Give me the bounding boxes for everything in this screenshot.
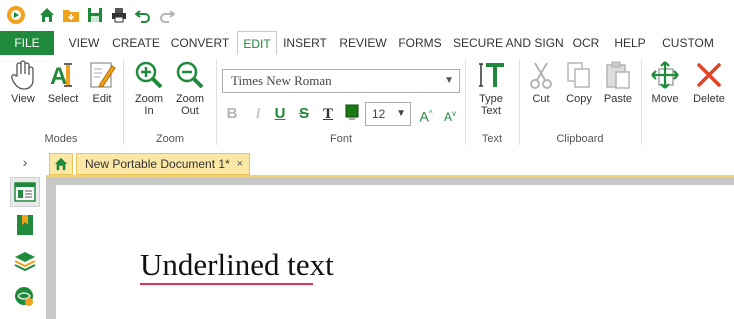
redo-icon <box>158 6 176 24</box>
paste-button[interactable]: Paste <box>600 59 636 105</box>
page-text[interactable]: Underlined text <box>140 247 334 283</box>
bold-button[interactable]: B <box>222 103 242 125</box>
layers-icon[interactable] <box>13 249 37 273</box>
cut-label: Cut <box>532 93 550 105</box>
page-thumbnails-icon[interactable] <box>10 177 40 207</box>
shrink-font-button[interactable]: Av <box>440 103 460 125</box>
tab-secure-and-sign[interactable]: SECURE AND SIGN <box>453 31 564 55</box>
tab-custom[interactable]: CUSTOM <box>658 31 718 55</box>
home-icon[interactable] <box>38 6 56 24</box>
separator <box>641 59 642 145</box>
document-tab-bar: New Portable Document 1* × <box>46 149 734 177</box>
type-text-label-line2: Text <box>480 105 502 117</box>
move-button[interactable]: Move <box>646 59 684 105</box>
edit-label: Edit <box>92 93 112 105</box>
view-mode-button[interactable]: View <box>6 59 40 105</box>
bookmarks-icon[interactable] <box>13 213 37 237</box>
edit-page-icon <box>86 59 118 91</box>
copy-icon <box>563 59 595 91</box>
font-family-select[interactable]: Times New Roman ▼ <box>222 69 460 93</box>
text-select-icon: A <box>47 59 79 91</box>
underline-mark <box>140 283 313 285</box>
save-icon[interactable] <box>86 6 104 24</box>
hand-icon <box>7 59 39 91</box>
grow-font-button[interactable]: A^ <box>416 103 436 125</box>
italic-button[interactable]: I <box>248 103 268 125</box>
copy-button[interactable]: Copy <box>562 59 596 105</box>
zoom-out-label-line2: Out <box>181 105 199 117</box>
home-icon <box>54 157 68 171</box>
zoom-out-icon <box>174 59 206 91</box>
type-text-label-line1: Type <box>479 93 503 105</box>
underline-button[interactable]: U <box>270 103 290 125</box>
zoom-group-label: Zoom <box>155 133 185 145</box>
copy-label: Copy <box>566 93 592 105</box>
tab-help[interactable]: HELP <box>610 31 650 55</box>
shrink-font-label: A <box>443 110 452 124</box>
ribbon-edit: View A Select Edit Modes Zoom In Zoom Ou… <box>0 55 734 150</box>
document-area: › New Portable Document 1* × Underlined … <box>0 149 734 319</box>
text-group-label: Text <box>481 133 503 145</box>
document-tab[interactable]: New Portable Document 1* × <box>76 153 250 175</box>
delete-label: Delete <box>693 93 725 105</box>
print-icon[interactable] <box>110 6 128 24</box>
scissors-icon <box>525 59 557 91</box>
chevron-right-icon[interactable]: › <box>13 153 37 171</box>
zoom-in-button[interactable]: Zoom In <box>131 59 167 117</box>
tab-ocr[interactable]: OCR <box>569 31 603 55</box>
color-swatch-icon <box>345 104 359 120</box>
zoom-out-label-line1: Zoom <box>175 93 205 105</box>
ribbon-tabs: FILE VIEW CREATE CONVERT EDIT INSERT REV… <box>0 31 734 56</box>
cut-button[interactable]: Cut <box>524 59 558 105</box>
font-family-value: Times New Roman <box>231 73 332 88</box>
zoom-out-button[interactable]: Zoom Out <box>171 59 209 117</box>
home-tab[interactable] <box>49 153 73 175</box>
strikethrough-button[interactable]: S <box>294 103 314 125</box>
delete-button[interactable]: Delete <box>690 59 728 105</box>
delete-icon <box>693 59 725 91</box>
move-label: Move <box>651 93 679 105</box>
view-label: View <box>11 93 35 105</box>
font-size-value: 12 <box>372 107 386 121</box>
tab-insert[interactable]: INSERT <box>281 31 329 55</box>
close-icon[interactable]: × <box>237 154 243 174</box>
zoom-in-icon <box>133 59 165 91</box>
highlight-color-button[interactable] <box>342 103 362 125</box>
undo-icon[interactable] <box>134 6 152 24</box>
tab-edit[interactable]: EDIT <box>237 31 277 55</box>
document-page[interactable]: Underlined text <box>56 185 734 319</box>
type-text-button[interactable]: Type Text <box>472 59 510 117</box>
select-label: Select <box>47 93 79 105</box>
links-icon[interactable] <box>13 285 37 309</box>
chevron-down-icon: ▼ <box>444 75 454 86</box>
chevron-down-icon: ▼ <box>396 108 406 119</box>
font-group-label: Font <box>329 133 352 145</box>
app-logo-icon[interactable] <box>6 5 26 25</box>
open-folder-icon[interactable] <box>62 6 80 24</box>
tab-create[interactable]: CREATE <box>110 31 162 55</box>
tab-file[interactable]: FILE <box>0 31 54 55</box>
document-canvas: Underlined text <box>46 177 734 319</box>
tab-view[interactable]: VIEW <box>64 31 104 55</box>
modes-group-label: Modes <box>44 133 78 145</box>
tab-convert[interactable]: CONVERT <box>168 31 232 55</box>
move-icon <box>649 59 681 91</box>
type-text-icon <box>475 59 507 91</box>
zoom-in-label-line1: Zoom <box>134 93 164 105</box>
text-color-button[interactable]: T <box>318 103 338 125</box>
tab-forms[interactable]: FORMS <box>395 31 445 55</box>
left-sidebar: › <box>0 149 47 319</box>
paste-icon <box>602 59 634 91</box>
edit-mode-button[interactable]: Edit <box>86 59 118 105</box>
select-mode-button[interactable]: A Select <box>44 59 82 105</box>
font-size-select[interactable]: 12 ▼ <box>365 102 411 126</box>
quick-access-toolbar <box>0 0 734 31</box>
grow-font-label: A <box>419 108 429 125</box>
clipboard-group-label: Clipboard <box>556 133 604 145</box>
tab-review[interactable]: REVIEW <box>336 31 390 55</box>
zoom-in-label-line2: In <box>144 105 154 117</box>
document-tab-title: New Portable Document 1* <box>85 157 230 171</box>
paste-label: Paste <box>603 93 633 105</box>
